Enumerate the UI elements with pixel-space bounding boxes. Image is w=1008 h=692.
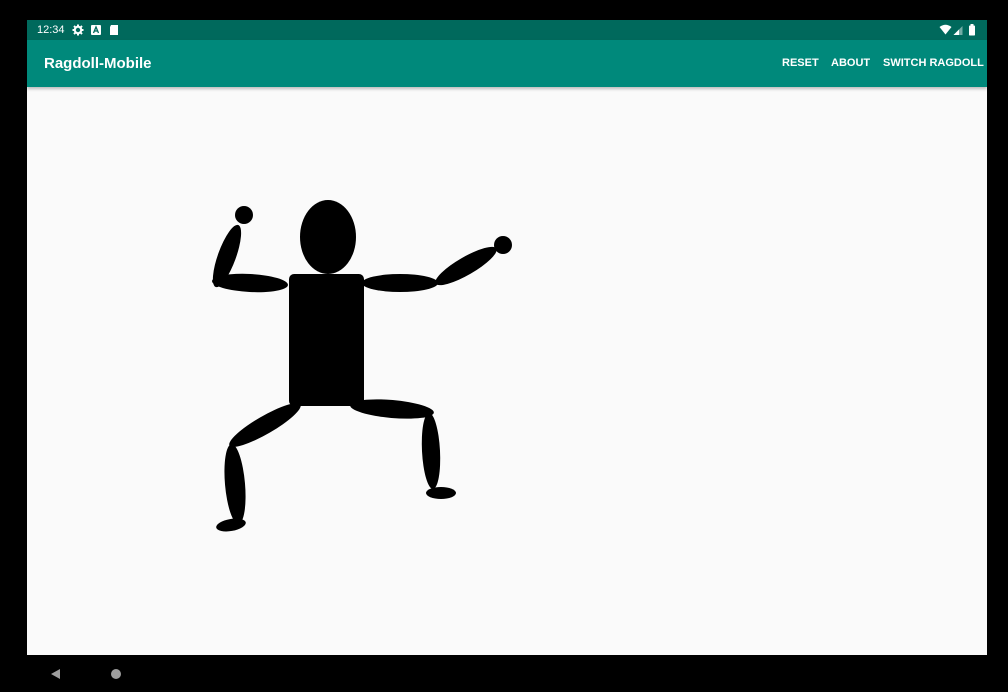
wifi-icon [939,24,952,35]
ragdoll-left-shin[interactable] [222,443,249,524]
battery-icon [969,24,975,36]
home-icon[interactable] [110,668,122,680]
app-bar: Ragdoll-Mobile RESET ABOUT SWITCH RAGDOL… [27,40,987,87]
reset-button[interactable]: RESET [782,57,819,69]
app-title: Ragdoll-Mobile [44,55,152,72]
ragdoll-right-shin[interactable] [420,413,442,490]
switch-ragdoll-button[interactable]: SWITCH RAGDOLL [883,57,984,69]
ragdoll-left-thigh[interactable] [225,397,305,454]
status-bar: 12:34 [27,20,987,40]
gear-icon [72,24,84,36]
ragdoll-right-forearm[interactable] [431,241,501,292]
ragdoll-right-upper-arm[interactable] [362,274,438,292]
ragdoll-canvas[interactable] [27,87,987,655]
ragdoll-right-hand[interactable] [494,236,512,254]
status-time: 12:34 [37,24,65,36]
notification-icon [91,25,101,35]
back-icon[interactable] [49,668,61,680]
sd-card-icon [110,25,118,35]
navigation-bar [27,655,987,692]
ragdoll-torso[interactable] [289,274,364,406]
ragdoll-head[interactable] [300,200,356,274]
ragdoll-right-foot[interactable] [426,487,456,499]
signal-icon [953,26,963,35]
device-screen: 12:34 Ragdoll-Mobile RESET ABOUT SWITCH … [27,20,987,655]
about-button[interactable]: ABOUT [831,57,870,69]
ragdoll-left-hand[interactable] [235,206,253,224]
